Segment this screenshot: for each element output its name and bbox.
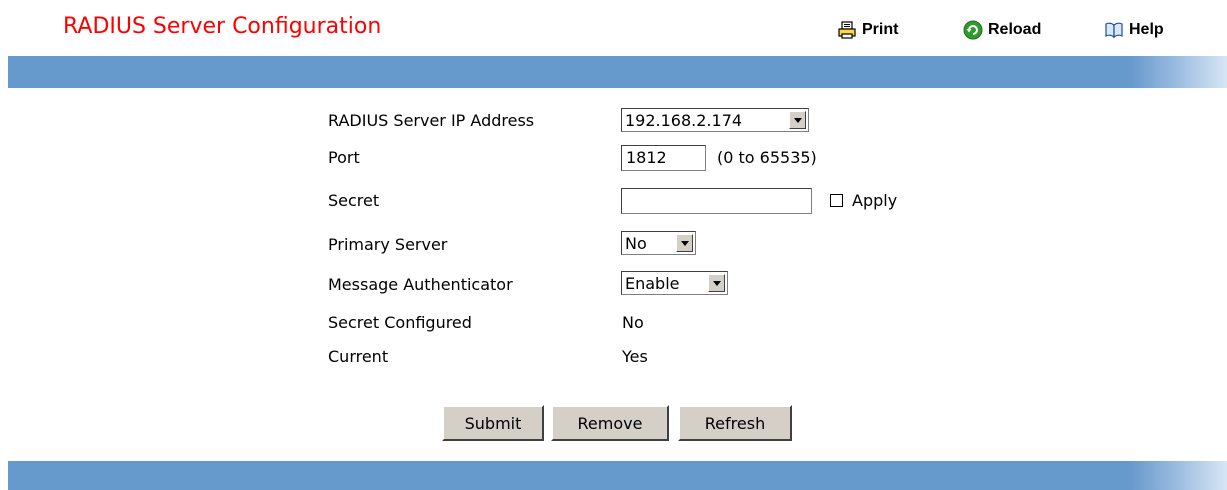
chevron-down-icon (789, 111, 806, 129)
port-label: Port (328, 148, 360, 167)
print-button[interactable]: Print (837, 18, 898, 42)
printer-icon (837, 20, 857, 40)
current-value: Yes (622, 347, 648, 366)
reload-label: Reload (988, 21, 1042, 38)
current-label: Current (328, 347, 389, 366)
secret-configured-value: No (622, 313, 644, 332)
port-input[interactable]: 1812 (621, 145, 706, 171)
message-authenticator-value: Enable (625, 273, 680, 293)
reload-icon (963, 20, 983, 40)
remove-button[interactable]: Remove (551, 405, 669, 441)
refresh-button[interactable]: Refresh (678, 405, 792, 441)
apply-checkbox[interactable] (830, 194, 843, 207)
header-bar (8, 56, 1227, 88)
footer-bar (8, 461, 1227, 490)
reload-button[interactable]: Reload (963, 18, 1041, 42)
help-button[interactable]: Help (1104, 18, 1164, 42)
chevron-down-icon (676, 234, 693, 252)
message-authenticator-label: Message Authenticator (328, 275, 513, 294)
primary-server-value: No (625, 233, 647, 253)
server-ip-select[interactable]: 192.168.2.174 (621, 108, 809, 132)
chevron-down-icon (708, 274, 725, 292)
book-icon (1104, 20, 1124, 40)
print-label: Print (862, 21, 899, 38)
message-authenticator-select[interactable]: Enable (621, 271, 728, 295)
submit-button[interactable]: Submit (442, 405, 544, 441)
port-range-hint: (0 to 65535) (717, 148, 817, 167)
primary-server-label: Primary Server (328, 235, 448, 254)
primary-server-select[interactable]: No (621, 231, 696, 255)
server-ip-label: RADIUS Server IP Address (328, 111, 535, 130)
secret-label: Secret (328, 191, 380, 210)
apply-label: Apply (852, 191, 898, 210)
secret-configured-label: Secret Configured (328, 313, 472, 332)
toolbar: Print Reload Help (0, 18, 1227, 42)
server-ip-value: 192.168.2.174 (625, 110, 743, 130)
secret-input[interactable] (621, 188, 812, 214)
help-label: Help (1129, 21, 1164, 38)
radius-config-page: RADIUS Server Configuration Print Reload… (0, 0, 1227, 490)
